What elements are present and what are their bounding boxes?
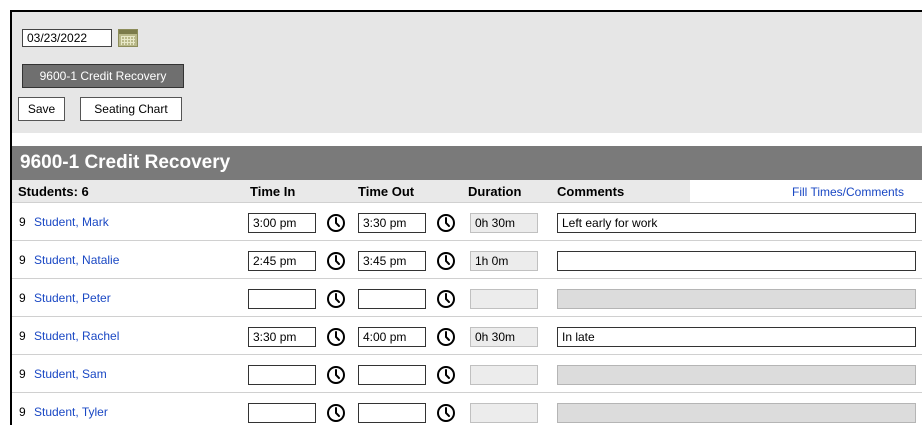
duration-field (470, 403, 538, 423)
student-name-link[interactable]: Student, Natalie (34, 253, 119, 267)
clock-icon[interactable] (436, 289, 456, 309)
time-out-input[interactable]: 3:30 pm (358, 213, 426, 233)
duration-field: 0h 30m (470, 327, 538, 347)
calendar-icon-grid (121, 36, 135, 45)
students-count-header: Students: 6 (18, 184, 89, 199)
date-input[interactable]: 03/23/2022 (22, 29, 112, 47)
grade-level: 9 (19, 215, 26, 229)
time-out-input[interactable] (358, 289, 426, 309)
comment-input[interactable] (557, 251, 916, 271)
clock-icon[interactable] (326, 289, 346, 309)
seating-chart-button[interactable]: Seating Chart (80, 97, 182, 121)
toolbar: 03/23/2022 9600-1 Credit Recovery Save S… (12, 12, 922, 133)
table-row: 9 Student, Tyler (12, 392, 922, 430)
comments-header: Comments (557, 184, 625, 199)
time-in-input[interactable]: 3:30 pm (248, 327, 316, 347)
comment-input[interactable] (557, 289, 916, 309)
student-name-link[interactable]: Student, Tyler (34, 405, 108, 419)
student-name-link[interactable]: Student, Peter (34, 291, 111, 305)
table-row: 9 Student, Sam (12, 354, 922, 392)
time-in-input[interactable] (248, 365, 316, 385)
clock-icon[interactable] (326, 327, 346, 347)
clock-icon[interactable] (436, 213, 456, 233)
section-title: 9600-1 Credit Recovery (12, 146, 922, 180)
duration-field (470, 289, 538, 309)
comment-input[interactable] (557, 403, 916, 423)
calendar-icon-header (119, 30, 137, 34)
clock-icon[interactable] (436, 365, 456, 385)
clock-icon[interactable] (326, 365, 346, 385)
section-selector-button[interactable]: 9600-1 Credit Recovery (22, 64, 184, 88)
time-out-input[interactable] (358, 403, 426, 423)
grade-level: 9 (19, 291, 26, 305)
time-out-input[interactable] (358, 365, 426, 385)
time-in-input[interactable]: 2:45 pm (248, 251, 316, 271)
grade-level: 9 (19, 253, 26, 267)
time-in-input[interactable] (248, 403, 316, 423)
table-row: 9 Student, Mark 3:00 pm 3:30 pm 0h 30m Left e… (12, 202, 922, 240)
student-name-link[interactable]: Student, Rachel (34, 329, 119, 343)
student-name-link[interactable]: Student, Sam (34, 367, 107, 381)
clock-icon[interactable] (326, 213, 346, 233)
comment-input[interactable]: In late (557, 327, 916, 347)
table-row: 9 Student, Rachel 3:30 pm 4:00 pm 0h 30m In l… (12, 316, 922, 354)
grade-level: 9 (19, 405, 26, 419)
fill-times-comments-link[interactable]: Fill Times/Comments (792, 182, 904, 202)
time-out-input[interactable]: 4:00 pm (358, 327, 426, 347)
student-name-link[interactable]: Student, Mark (34, 215, 109, 229)
time-in-header: Time In (250, 184, 296, 199)
save-button[interactable]: Save (18, 97, 65, 121)
duration-field: 0h 30m (470, 213, 538, 233)
clock-icon[interactable] (326, 403, 346, 423)
clock-icon[interactable] (326, 251, 346, 271)
comment-input[interactable] (557, 365, 916, 385)
grade-level: 9 (19, 367, 26, 381)
calendar-icon[interactable] (118, 29, 138, 47)
table-row: 9 Student, Peter (12, 278, 922, 316)
comment-input[interactable]: Left early for work (557, 213, 916, 233)
attendance-panel: 03/23/2022 9600-1 Credit Recovery Save S… (10, 10, 922, 425)
time-in-input[interactable] (248, 289, 316, 309)
grade-level: 9 (19, 329, 26, 343)
time-out-input[interactable]: 3:45 pm (358, 251, 426, 271)
clock-icon[interactable] (436, 327, 456, 347)
table-row: 9 Student, Natalie 2:45 pm 3:45 pm 1h 0m (12, 240, 922, 278)
duration-header: Duration (468, 184, 522, 199)
duration-field (470, 365, 538, 385)
duration-field: 1h 0m (470, 251, 538, 271)
clock-icon[interactable] (436, 403, 456, 423)
clock-icon[interactable] (436, 251, 456, 271)
time-out-header: Time Out (358, 184, 415, 199)
time-in-input[interactable]: 3:00 pm (248, 213, 316, 233)
